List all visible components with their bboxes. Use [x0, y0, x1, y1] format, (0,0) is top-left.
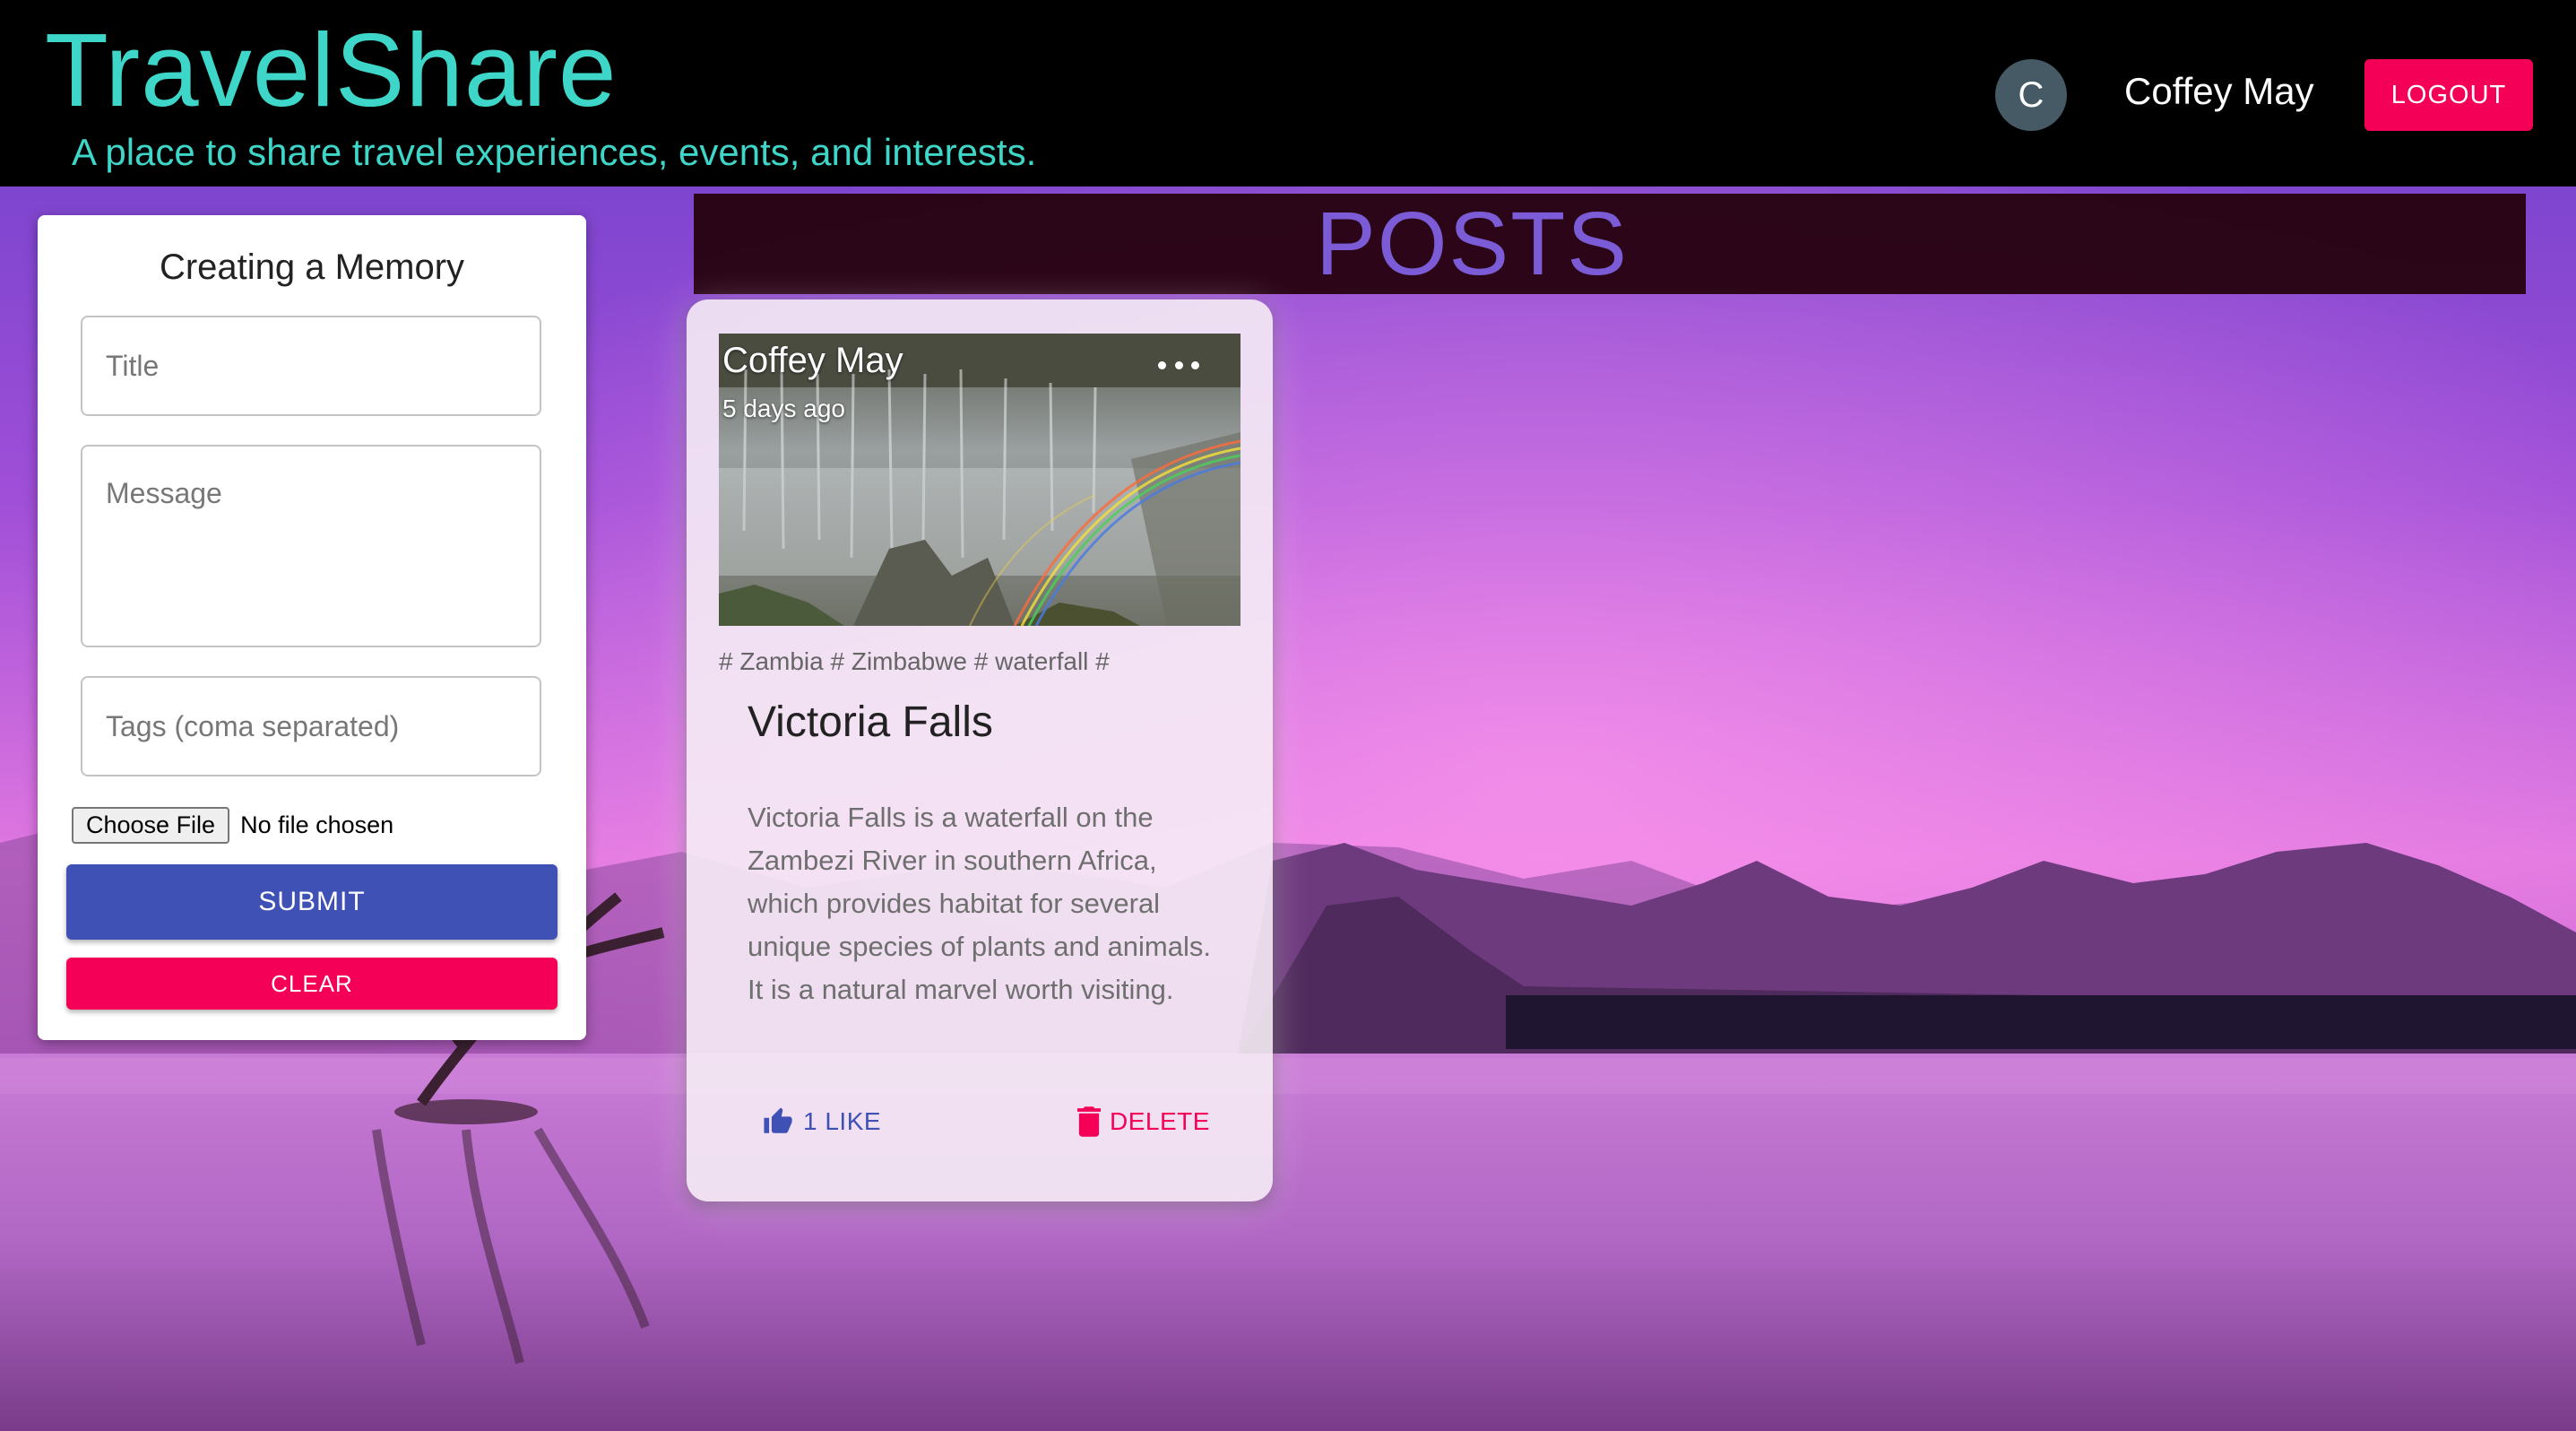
like-label: 1 LIKE	[803, 1107, 882, 1135]
post-card: Coffey May 5 days ago # Zambia # Zimbabw…	[687, 299, 1273, 1201]
message-input[interactable]	[81, 445, 541, 647]
username: Coffey May	[2124, 70, 2314, 112]
delete-label: DELETE	[1110, 1107, 1210, 1135]
choose-file-button[interactable]: Choose File	[72, 807, 230, 844]
posts-header: POSTS	[694, 194, 2526, 294]
more-horizontal-icon[interactable]	[1158, 351, 1199, 378]
title-input[interactable]	[81, 316, 541, 416]
app-header: TravelShare A place to share travel expe…	[0, 0, 2576, 186]
file-status: No file chosen	[240, 811, 394, 838]
clear-button[interactable]: CLEAR	[66, 958, 558, 1010]
file-input: Choose File No file chosen	[72, 807, 393, 844]
trash-icon	[1077, 1106, 1101, 1137]
form-title: Creating a Memory	[159, 247, 465, 287]
thumb-up-icon	[764, 1107, 792, 1133]
tags-input[interactable]	[81, 676, 541, 776]
brand-title[interactable]: TravelShare	[45, 5, 618, 135]
post-author: Coffey May	[722, 341, 903, 380]
logout-button[interactable]: LOGOUT	[2364, 59, 2533, 131]
post-time: 5 days ago	[722, 395, 845, 422]
post-tags: # Zambia # Zimbabwe # waterfall #	[719, 647, 1110, 675]
create-memory-form: Creating a Memory Choose File No file ch…	[38, 215, 586, 1040]
post-message: Victoria Falls is a waterfall on the Zam…	[748, 802, 1211, 1005]
avatar[interactable]: C	[1995, 59, 2067, 131]
delete-button[interactable]: DELETE	[1077, 1106, 1210, 1137]
posts-heading: POSTS	[1316, 194, 1629, 294]
like-button[interactable]: 1 LIKE	[762, 1106, 881, 1137]
submit-button[interactable]: SUBMIT	[66, 864, 558, 940]
brand-tagline: A place to share travel experiences, eve…	[72, 131, 1037, 173]
post-title: Victoria Falls	[748, 698, 993, 746]
